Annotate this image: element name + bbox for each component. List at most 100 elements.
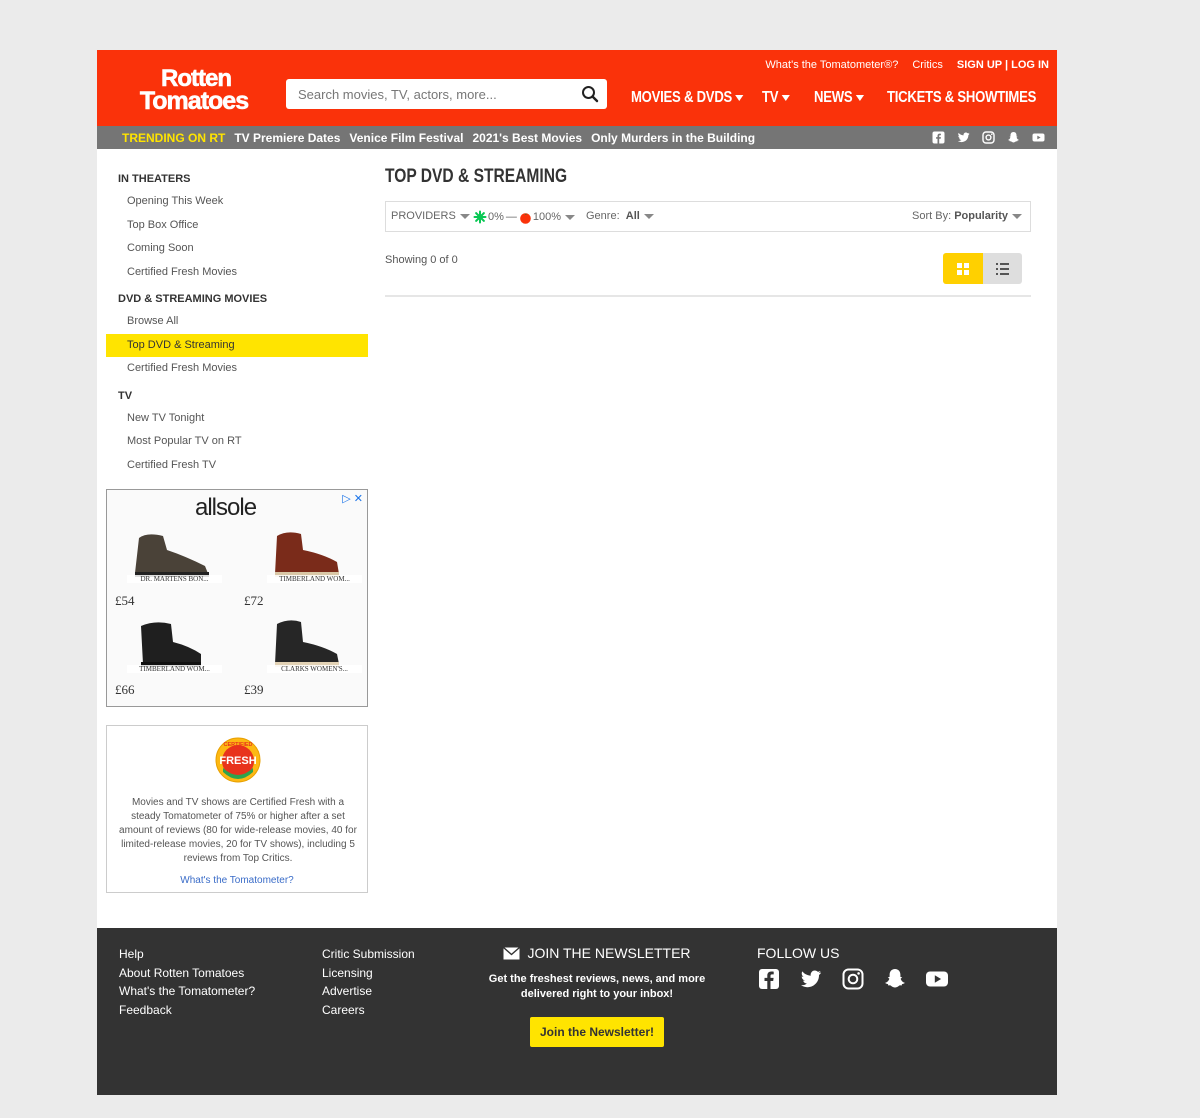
tomato-icon bbox=[520, 212, 531, 224]
svg-text:FRESH: FRESH bbox=[219, 755, 256, 767]
follow-us-heading: FOLLOW US bbox=[757, 945, 840, 961]
trending-bar: TRENDING ON RT TV Premiere Dates Venice … bbox=[97, 126, 1057, 149]
ad-brand: allsole bbox=[195, 494, 257, 521]
sidebar: IN THEATERS Opening This Week Top Box Of… bbox=[106, 168, 368, 477]
mail-icon bbox=[503, 946, 521, 960]
nav-movies-dvds[interactable]: MOVIES & DVDS bbox=[631, 89, 744, 107]
ad-product[interactable]: CLARKS WOMEN'S... bbox=[267, 618, 362, 673]
caret-down-icon bbox=[565, 214, 576, 220]
nav-news[interactable]: NEWS bbox=[814, 89, 864, 107]
sidebar-item-certified-fresh-tv[interactable]: Certified Fresh TV bbox=[106, 454, 368, 478]
sidebar-item-browse-all[interactable]: Browse All bbox=[106, 310, 368, 334]
splat-icon bbox=[473, 210, 487, 224]
ad-product[interactable]: TIMBERLAND WOM... bbox=[267, 528, 362, 583]
twitter-icon[interactable] bbox=[957, 131, 970, 144]
signup-login-link[interactable]: SIGN UP | LOG IN bbox=[957, 59, 1049, 71]
footer-link-advertise[interactable]: Advertise bbox=[322, 982, 415, 1001]
footer-link-critic-submission[interactable]: Critic Submission bbox=[322, 945, 415, 964]
critics-link[interactable]: Critics bbox=[912, 59, 943, 71]
footer-link-licensing[interactable]: Licensing bbox=[322, 964, 415, 983]
rotten-tomatoes-logo[interactable]: Rotten Tomatoes bbox=[121, 64, 271, 112]
footer-link-about[interactable]: About Rotten Tomatoes bbox=[119, 964, 255, 983]
sidebar-item-new-tv-tonight[interactable]: New TV Tonight bbox=[106, 407, 368, 431]
main-nav: MOVIES & DVDS TV NEWS TICKETS & SHOWTIME… bbox=[631, 88, 1089, 108]
instagram-icon[interactable] bbox=[841, 967, 865, 991]
youtube-icon[interactable] bbox=[1032, 131, 1045, 144]
tomatometer-filter[interactable]: 0% — 100% bbox=[473, 210, 576, 224]
ad-price: £54 bbox=[115, 593, 135, 608]
sidebar-item-certified-fresh-dvd[interactable]: Certified Fresh Movies bbox=[106, 357, 368, 381]
caret-down-icon bbox=[855, 95, 864, 101]
facebook-icon[interactable] bbox=[757, 967, 781, 991]
search-box bbox=[286, 79, 607, 109]
ad-product[interactable]: DR. MARTENS BON... bbox=[127, 528, 222, 583]
list-icon bbox=[995, 262, 1009, 275]
grid-icon bbox=[956, 262, 969, 275]
sort-filter[interactable]: Sort By: Popularity bbox=[912, 210, 1022, 222]
list-view-button[interactable] bbox=[982, 253, 1022, 284]
providers-filter[interactable]: PROVIDERS bbox=[391, 210, 470, 222]
ad-price: £66 bbox=[115, 682, 135, 697]
results-count: Showing 0 of 0 bbox=[385, 254, 458, 266]
trending-label: TRENDING ON RT bbox=[122, 131, 226, 145]
newsletter-heading: JOIN THE NEWSLETTER bbox=[527, 945, 691, 961]
trending-link[interactable]: TV Premiere Dates bbox=[234, 131, 340, 145]
ad-choices-icon[interactable]: ▷ ✕ bbox=[342, 492, 363, 505]
trending-link[interactable]: Venice Film Festival bbox=[349, 131, 463, 145]
footer-link-careers[interactable]: Careers bbox=[322, 1001, 415, 1020]
caret-down-icon bbox=[735, 95, 744, 101]
sidebar-heading-in-theaters: IN THEATERS bbox=[118, 173, 191, 185]
sidebar-item-top-box-office[interactable]: Top Box Office bbox=[106, 214, 368, 238]
twitter-icon[interactable] bbox=[799, 967, 823, 991]
page-title: TOP DVD & STREAMING bbox=[385, 166, 568, 187]
footer-link-tomatometer[interactable]: What's the Tomatometer? bbox=[119, 982, 255, 1001]
grid-view-button[interactable] bbox=[943, 253, 983, 284]
genre-filter[interactable]: Genre: All bbox=[586, 210, 654, 222]
caret-down-icon bbox=[781, 95, 790, 101]
newsletter-description: Get the freshest reviews, news, and more… bbox=[488, 973, 706, 1000]
footer-link-feedback[interactable]: Feedback bbox=[119, 1001, 255, 1020]
trending-link[interactable]: 2021's Best Movies bbox=[472, 131, 582, 145]
advertisement[interactable]: allsole ▷ ✕ DR. MARTENS BON... £54 TIMBE… bbox=[106, 489, 368, 707]
trending-link[interactable]: Only Murders in the Building bbox=[591, 131, 755, 145]
nav-tickets-showtimes[interactable]: TICKETS & SHOWTIMES bbox=[887, 89, 1036, 107]
svg-text:Tomatoes: Tomatoes bbox=[140, 87, 248, 112]
sidebar-item-coming-soon[interactable]: Coming Soon bbox=[106, 237, 368, 261]
certified-fresh-description: Movies and TV shows are Certified Fresh … bbox=[119, 797, 357, 864]
footer-links-col2: Critic Submission Licensing Advertise Ca… bbox=[322, 945, 415, 1019]
footer: Help About Rotten Tomatoes What's the To… bbox=[97, 928, 1057, 1095]
sidebar-item-opening-this-week[interactable]: Opening This Week bbox=[106, 190, 368, 214]
caret-down-icon bbox=[643, 213, 654, 219]
view-toggle bbox=[943, 253, 1022, 284]
caret-down-icon bbox=[1011, 213, 1022, 219]
social-icons bbox=[920, 131, 1045, 144]
svg-text:CERTIFIED: CERTIFIED bbox=[223, 742, 252, 748]
instagram-icon[interactable] bbox=[982, 131, 995, 144]
certified-fresh-badge-icon: CERTIFIED FRESH bbox=[215, 737, 261, 783]
join-newsletter-button[interactable]: Join the Newsletter! bbox=[529, 1017, 665, 1047]
sidebar-heading-dvd-streaming: DVD & STREAMING MOVIES bbox=[118, 293, 268, 305]
ad-price: £72 bbox=[244, 593, 264, 608]
snapchat-icon[interactable] bbox=[1007, 131, 1020, 144]
sidebar-item-certified-fresh-movies[interactable]: Certified Fresh Movies bbox=[106, 261, 368, 285]
tomatometer-link[interactable]: What's the Tomatometer®? bbox=[765, 59, 898, 71]
ad-product[interactable]: TIMBERLAND WOM... bbox=[127, 618, 222, 673]
nav-tv[interactable]: TV bbox=[762, 89, 790, 107]
sidebar-item-top-dvd-streaming[interactable]: Top DVD & Streaming bbox=[106, 333, 368, 357]
top-links: What's the Tomatometer®? Critics SIGN UP… bbox=[765, 58, 1049, 72]
follow-us-section: FOLLOW US bbox=[757, 945, 967, 991]
snapchat-icon[interactable] bbox=[883, 967, 907, 991]
sidebar-item-most-popular-tv[interactable]: Most Popular TV on RT bbox=[106, 430, 368, 454]
footer-links-col1: Help About Rotten Tomatoes What's the To… bbox=[119, 945, 255, 1019]
filter-bar: PROVIDERS 0% — 100% Genre: All Sort By: … bbox=[385, 201, 1031, 232]
tomatometer-info-link[interactable]: What's the Tomatometer? bbox=[107, 875, 367, 886]
sidebar-heading-tv: TV bbox=[118, 389, 133, 402]
footer-link-help[interactable]: Help bbox=[119, 945, 255, 964]
divider bbox=[385, 295, 1031, 297]
search-input[interactable] bbox=[286, 79, 571, 109]
caret-down-icon bbox=[459, 213, 470, 219]
facebook-icon[interactable] bbox=[932, 131, 945, 144]
youtube-icon[interactable] bbox=[925, 967, 949, 991]
search-icon[interactable] bbox=[581, 85, 599, 103]
site-container: Rotten Tomatoes What's the Tomatometer®?… bbox=[97, 50, 1057, 1095]
